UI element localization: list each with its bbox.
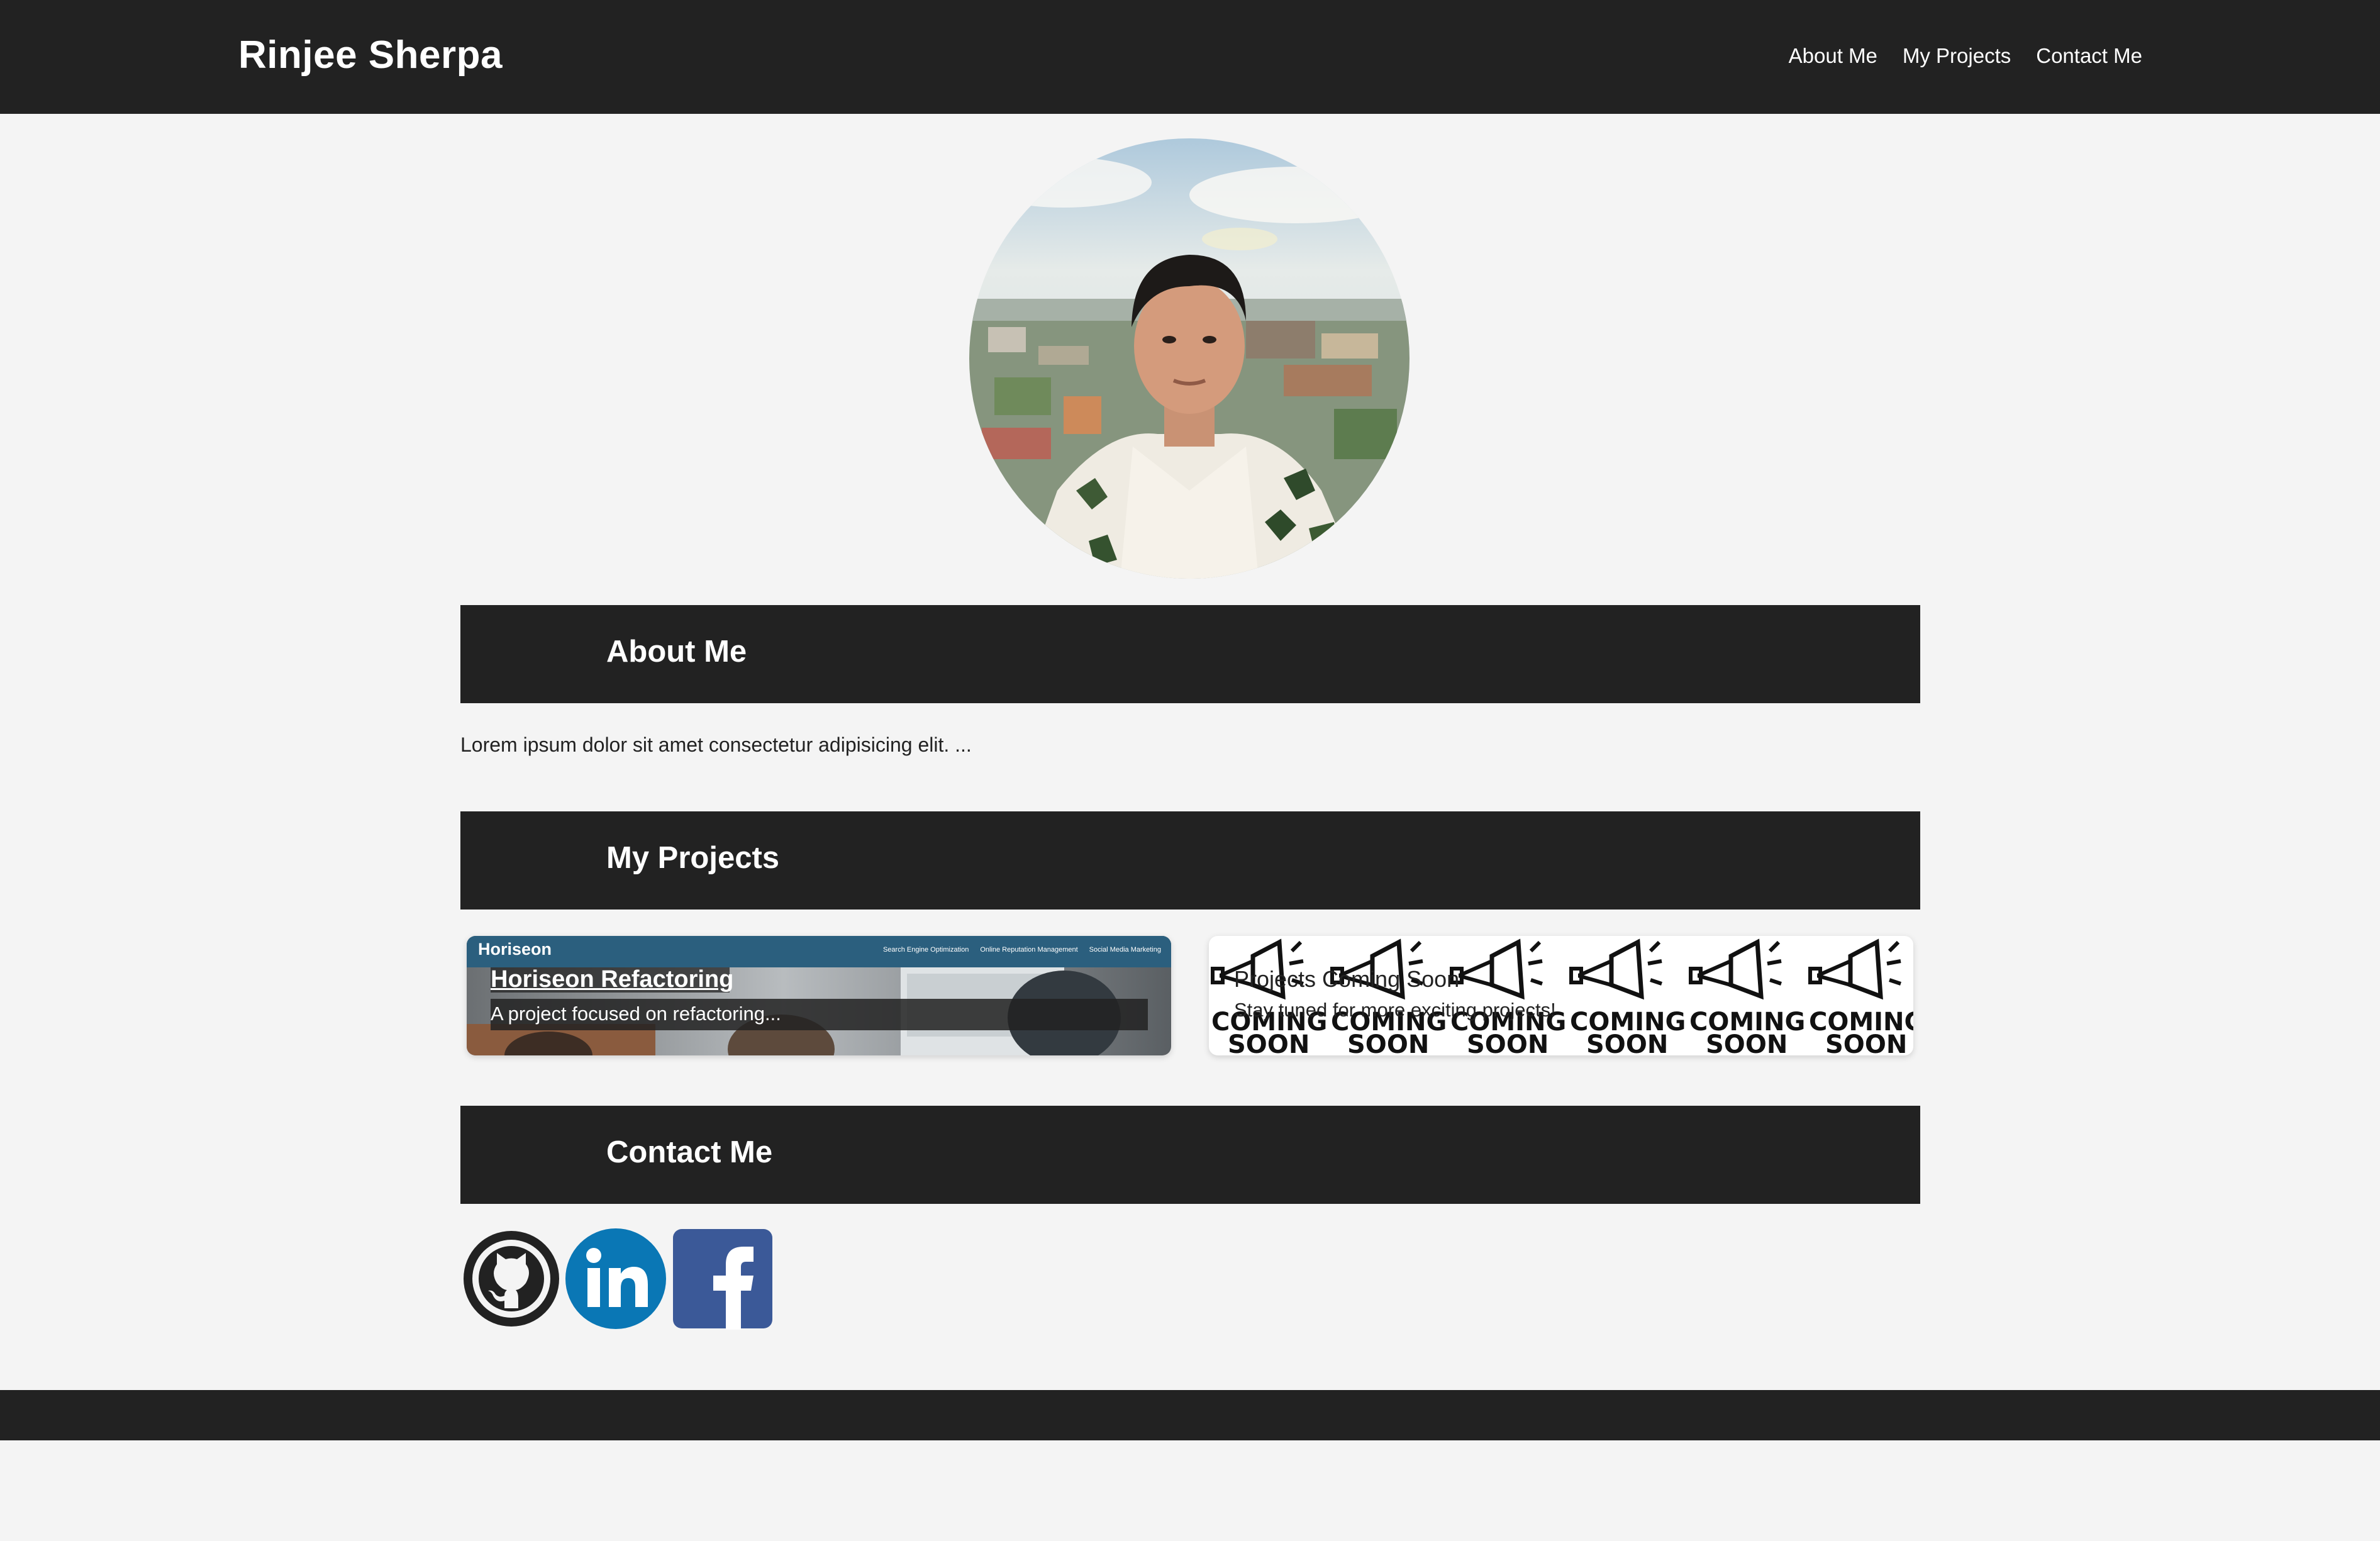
facebook-icon — [673, 1229, 772, 1330]
horiseon-nav-orm: Online Reputation Management — [980, 946, 1078, 954]
nav-link-contact[interactable]: Contact Me — [2036, 44, 2142, 68]
horiseon-screenshot — [467, 936, 1171, 1055]
about-heading: About Me — [606, 635, 747, 669]
horiseon-nav-seo: Search Engine Optimization — [882, 946, 969, 954]
nav-link-about[interactable]: About Me — [1789, 44, 1877, 68]
projects-section-header: My Projects — [460, 811, 1920, 910]
horiseon-nav-smm: Social Media Marketing — [1089, 946, 1161, 954]
project-card-horiseon[interactable]: Horiseon Search Engine Optimization Onli… — [467, 936, 1171, 1055]
coming-soon-banner: COMING SOON — [1211, 938, 1913, 1055]
main-nav: About Me My Projects Contact Me — [1789, 44, 2142, 68]
linkedin-link[interactable] — [565, 1228, 667, 1330]
page-footer — [0, 1390, 2380, 1440]
github-icon — [464, 1231, 559, 1327]
project-title-coming-soon[interactable]: Projects Coming Soon — [1234, 966, 1459, 993]
horiseon-nav: Search Engine Optimization Online Reputa… — [883, 946, 1161, 954]
project-description-horiseon: A project focused on refactoring... — [491, 1003, 781, 1025]
about-section-header: About Me — [460, 605, 1920, 703]
project-card-coming-soon[interactable]: COMING SOON Projects Coming Soon Stay tu… — [1209, 936, 1913, 1055]
portrait-photo — [969, 138, 1410, 579]
nav-link-projects[interactable]: My Projects — [1903, 44, 2011, 68]
github-link[interactable] — [460, 1228, 562, 1330]
brand-name: Rinjee Sherpa — [238, 33, 503, 77]
about-text: Lorem ipsum dolor sit amet consectetur a… — [460, 733, 972, 756]
contact-section-header: Contact Me — [460, 1106, 1920, 1204]
project-title-horiseon[interactable]: Horiseon Refactoring — [491, 966, 733, 993]
svg-text:SOON: SOON — [1228, 1030, 1310, 1055]
horiseon-logo: Horiseon — [478, 940, 552, 959]
facebook-link[interactable] — [672, 1228, 774, 1330]
project-description-coming-soon: Stay tuned for more exciting projects! — [1234, 999, 1556, 1021]
linkedin-icon — [565, 1228, 666, 1329]
profile-avatar — [969, 138, 1410, 579]
projects-heading: My Projects — [606, 841, 780, 875]
contact-heading: Contact Me — [606, 1135, 773, 1169]
top-header: Rinjee Sherpa About Me My Projects Conta… — [0, 0, 2380, 114]
